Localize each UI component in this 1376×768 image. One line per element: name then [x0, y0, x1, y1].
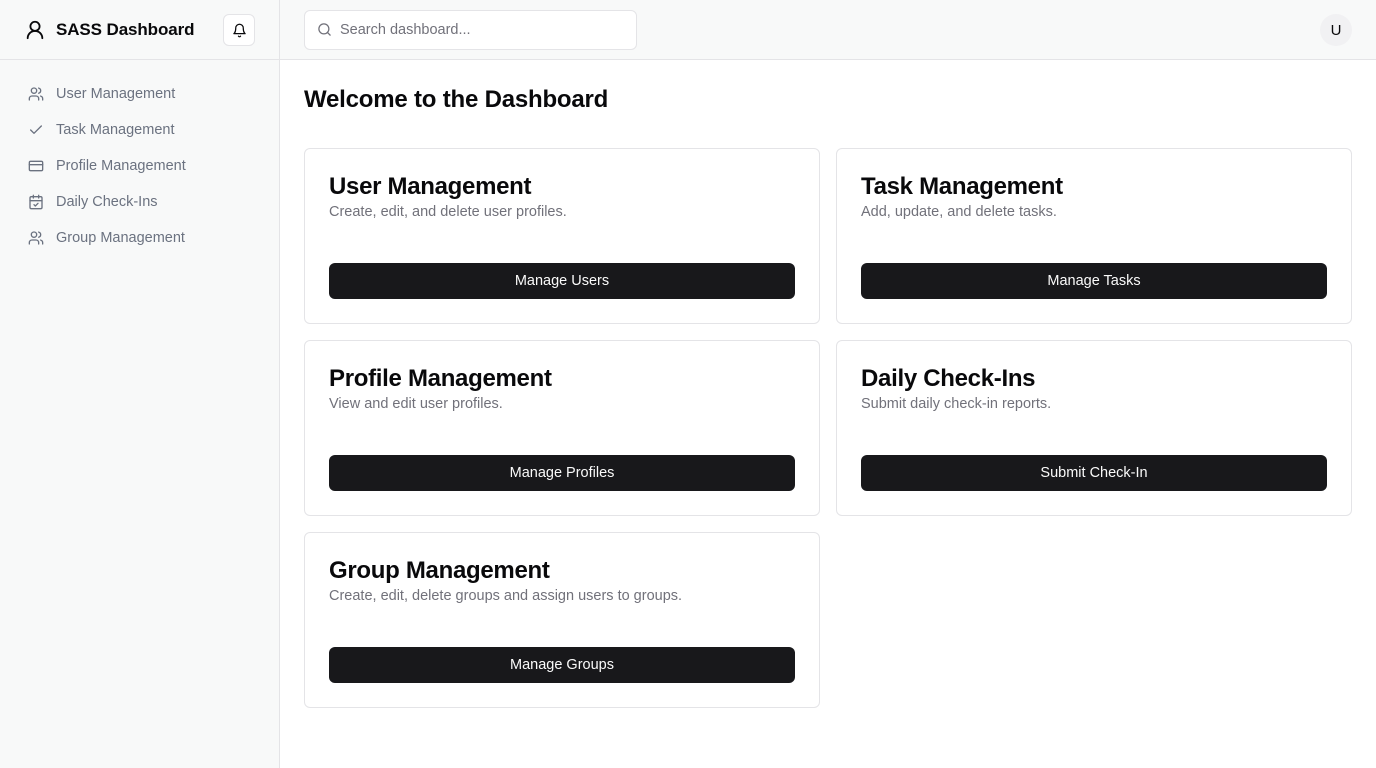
notifications-button[interactable] — [223, 14, 255, 46]
bell-icon — [232, 23, 247, 38]
user-icon — [24, 19, 46, 41]
sidebar-item-label: Task Management — [56, 122, 175, 138]
check-icon — [28, 122, 44, 138]
card-group-management: Group Management Create, edit, delete gr… — [304, 532, 820, 708]
card-title: Group Management — [329, 557, 550, 584]
card-title: Profile Management — [329, 365, 552, 392]
card-daily-check-ins: Daily Check-Ins Submit daily check-in re… — [836, 340, 1352, 516]
sidebar-item-label: User Management — [56, 86, 176, 102]
users-icon — [28, 86, 44, 102]
card-task-management: Task Management Add, update, and delete … — [836, 148, 1352, 324]
sidebar-item-group-management[interactable]: Group Management — [16, 220, 263, 256]
brand-title: SASS Dashboard — [56, 19, 195, 39]
topbar: U — [280, 0, 1376, 60]
search-box[interactable] — [304, 9, 637, 50]
card-description: View and edit user profiles. — [329, 396, 503, 412]
manage-users-button[interactable]: Manage Users — [329, 263, 795, 299]
sidebar-item-label: Profile Management — [56, 158, 186, 174]
card-description: Create, edit, delete groups and assign u… — [329, 588, 683, 604]
card-profile-management: Profile Management View and edit user pr… — [304, 340, 820, 516]
credit-card-icon — [28, 158, 44, 174]
search-input[interactable] — [340, 21, 624, 38]
card-description: Create, edit, and delete user profiles. — [329, 204, 567, 220]
avatar[interactable]: U — [1320, 14, 1352, 46]
search-icon — [317, 22, 332, 37]
main-area: U Welcome to the Dashboard User Manageme… — [280, 0, 1376, 768]
sidebar-item-task-management[interactable]: Task Management — [16, 112, 263, 148]
manage-tasks-button[interactable]: Manage Tasks — [861, 263, 1327, 299]
card-title: Task Management — [861, 173, 1063, 200]
submit-check-in-button[interactable]: Submit Check-In — [861, 455, 1327, 491]
card-title: Daily Check-Ins — [861, 365, 1036, 392]
sidebar-item-profile-management[interactable]: Profile Management — [16, 148, 263, 184]
sidebar-header: SASS Dashboard — [0, 0, 279, 60]
card-grid: User Management Create, edit, and delete… — [304, 148, 1352, 708]
users-icon — [28, 230, 44, 246]
manage-profiles-button[interactable]: Manage Profiles — [329, 455, 795, 491]
sidebar-item-daily-check-ins[interactable]: Daily Check-Ins — [16, 184, 263, 220]
brand[interactable]: SASS Dashboard — [24, 19, 195, 41]
sidebar-item-label: Daily Check-Ins — [56, 194, 158, 210]
card-description: Add, update, and delete tasks. — [861, 204, 1057, 220]
card-title: User Management — [329, 173, 532, 200]
page-title: Welcome to the Dashboard — [304, 86, 609, 113]
sidebar-item-label: Group Management — [56, 230, 185, 246]
app-root: SASS Dashboard User Management Task Mana… — [0, 0, 1376, 768]
content: Welcome to the Dashboard User Management… — [280, 60, 1376, 708]
card-description: Submit daily check-in reports. — [861, 396, 1052, 412]
sidebar-item-user-management[interactable]: User Management — [16, 76, 263, 112]
card-user-management: User Management Create, edit, and delete… — [304, 148, 820, 324]
sidebar-nav: User Management Task Management Profile … — [0, 60, 279, 256]
calendar-check-icon — [28, 194, 44, 210]
sidebar: SASS Dashboard User Management Task Mana… — [0, 0, 280, 768]
manage-groups-button[interactable]: Manage Groups — [329, 647, 795, 683]
